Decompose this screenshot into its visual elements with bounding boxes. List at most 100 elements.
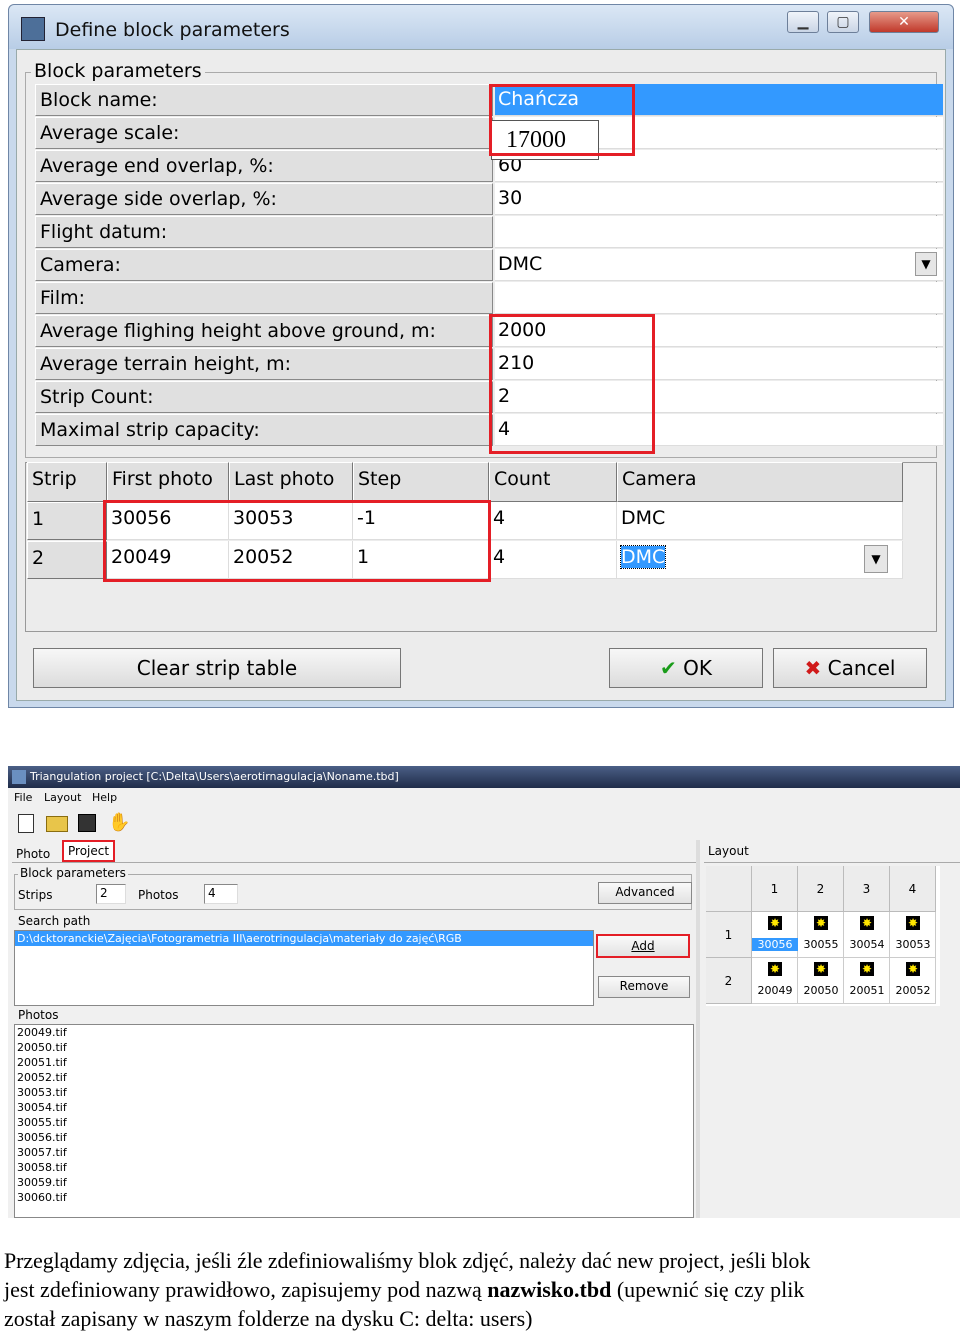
menu-bar: File Layout Help [8,788,960,808]
layout-grid: 1 2 3 4 1 ✸ 30056 ✸ 30055 ✸ 30054 ✸ 30053 2 ✸ 20049 ✸ 200… [706,866,940,1006]
search-group-title: Search path [18,914,91,928]
strip-table-header[interactable]: Last photo [229,462,353,502]
photo-star-icon: ✸ [906,916,920,930]
grid-photo-cell[interactable]: ✸ 30056 [752,912,798,958]
app-icon [21,17,45,41]
photo-id: 30055 [803,938,839,951]
search-path-item[interactable]: D:\dcktoranckie\Zajęcia\Fotogrametria II… [15,931,593,946]
param-value[interactable] [495,282,943,314]
new-file-icon[interactable] [18,814,34,833]
photos-list[interactable]: 20049.tif 20050.tif 20051.tif 20052.tif 3005… [14,1024,694,1218]
remove-button[interactable]: Remove [598,976,690,998]
search-path-list[interactable]: D:\dcktoranckie\Zajęcia\Fotogrametria II… [14,930,594,1006]
ok-button[interactable]: ✔ OK [609,648,763,688]
tab-photo[interactable]: Photo [14,846,52,862]
grid-column-header: 1 [752,866,798,912]
clear-strip-table-button[interactable]: Clear strip table [33,648,401,688]
param-label: Average end overlap, %: [35,150,493,182]
strip-table-cell[interactable]: 1 [27,502,107,540]
cancel-button[interactable]: ✖ Cancel [773,648,927,688]
menu-layout[interactable]: Layout [44,791,81,804]
tab-project[interactable]: Project [62,840,116,862]
window-titlebar[interactable]: Triangulation project [C:\Delta\Users\ae… [8,766,960,788]
photos-input[interactable]: 4 [204,884,238,904]
photo-list-item[interactable]: 30055.tif [15,1115,693,1130]
param-value-text: 30 [498,187,523,209]
grid-photo-cell[interactable]: ✸ 20052 [890,958,936,1004]
grid-photo-cell[interactable]: ✸ 20050 [798,958,844,1004]
define-block-dialog: Define block parameters ▁ ▢ ✕ Block para… [8,4,954,708]
param-label: Flight datum: [35,216,493,248]
photo-list-item[interactable]: 30059.tif [15,1175,693,1190]
strips-input[interactable]: 2 [96,884,126,904]
hand-icon[interactable]: ✋ [108,812,130,833]
caption-text: (upewnić się czy plik [611,1277,805,1302]
caption-text: jest zdefiniowany prawidłowo, zapisujemy… [4,1277,488,1302]
photo-list-item[interactable]: 30054.tif [15,1100,693,1115]
strip-table-cell[interactable]: 4 [489,502,617,540]
camera-select[interactable]: DMC ▼ [495,249,943,281]
strip-table-header[interactable]: Camera [617,462,903,502]
strip-table-cell[interactable]: 4 [489,541,617,579]
dialog-titlebar[interactable]: Define block parameters ▁ ▢ ✕ [9,5,953,49]
group-title: Block parameters [31,60,205,82]
strip-table-header[interactable]: Step [353,462,489,502]
grid-row-header: 2 [706,958,752,1004]
photos-label: Photos [138,888,179,902]
tab-layout[interactable]: Layout [708,844,749,858]
photo-id: 30054 [849,938,885,951]
photo-id: 20050 [803,984,839,997]
photo-list-item[interactable]: 30058.tif [15,1160,693,1175]
grid-photo-cell[interactable]: ✸ 30053 [890,912,936,958]
photo-star-icon: ✸ [768,916,782,930]
maximize-button[interactable]: ▢ [827,11,859,33]
photo-star-icon: ✸ [860,962,874,976]
strip-table-cell-text: 4 [493,546,506,568]
add-button[interactable]: Add [596,934,690,958]
minimize-button[interactable]: ▁ [787,11,819,33]
grid-photo-cell[interactable]: ✸ 30055 [798,912,844,958]
photo-list-item[interactable]: 20050.tif [15,1040,693,1055]
photo-list-item[interactable]: 30060.tif [15,1190,693,1205]
photo-list-item[interactable]: 20051.tif [15,1055,693,1070]
param-label: Film: [35,282,493,314]
photo-list-item[interactable]: 20049.tif [15,1025,693,1040]
photo-id: 20051 [849,984,885,997]
menu-file[interactable]: File [14,791,32,804]
close-button[interactable]: ✕ [869,11,939,33]
strip-table-header[interactable]: First photo [107,462,229,502]
advanced-button[interactable]: Advanced [598,882,692,904]
param-label: Camera: [35,249,493,281]
caption-line-2: jest zdefiniowany prawidłowo, zapisujemy… [4,1277,954,1303]
chevron-down-icon[interactable]: ▼ [864,545,888,573]
vertical-splitter[interactable] [696,840,700,1218]
chevron-down-icon[interactable]: ▼ [915,252,937,276]
param-label: Strip Count: [35,381,493,413]
strip-table-cell[interactable]: DMC [617,502,903,540]
photo-star-icon: ✸ [860,916,874,930]
open-folder-icon[interactable] [46,816,68,832]
grid-photo-cell[interactable]: ✸ 30054 [844,912,890,958]
grid-photo-cell[interactable]: ✸ 20051 [844,958,890,1004]
grid-photo-cell[interactable]: ✸ 20049 [752,958,798,1004]
check-icon: ✔ [660,656,677,680]
photo-id: 30056 [752,938,798,951]
strip-table-header[interactable]: Count [489,462,617,502]
strip-table-header[interactable]: Strip [27,462,107,502]
photo-id: 20049 [757,984,793,997]
photo-list-item[interactable]: 20052.tif [15,1070,693,1085]
layout-tab-underline [704,862,960,863]
strip-table-cell-text: DMC [621,507,666,529]
param-value[interactable]: 30 [495,183,943,215]
save-icon[interactable] [78,814,96,832]
photo-list-item[interactable]: 30056.tif [15,1130,693,1145]
photo-list-item[interactable]: 30057.tif [15,1145,693,1160]
menu-help[interactable]: Help [92,791,117,804]
caption-line-3: został zapisany w naszym folderze na dys… [4,1306,533,1331]
strip-table-cell[interactable]: DMC ▼ [617,541,903,579]
photo-list-item[interactable]: 30053.tif [15,1085,693,1100]
param-label: Maximal strip capacity: [35,414,493,446]
param-value[interactable] [495,216,943,248]
param-value-text: DMC [498,253,543,275]
strip-table-cell[interactable]: 2 [27,541,107,579]
